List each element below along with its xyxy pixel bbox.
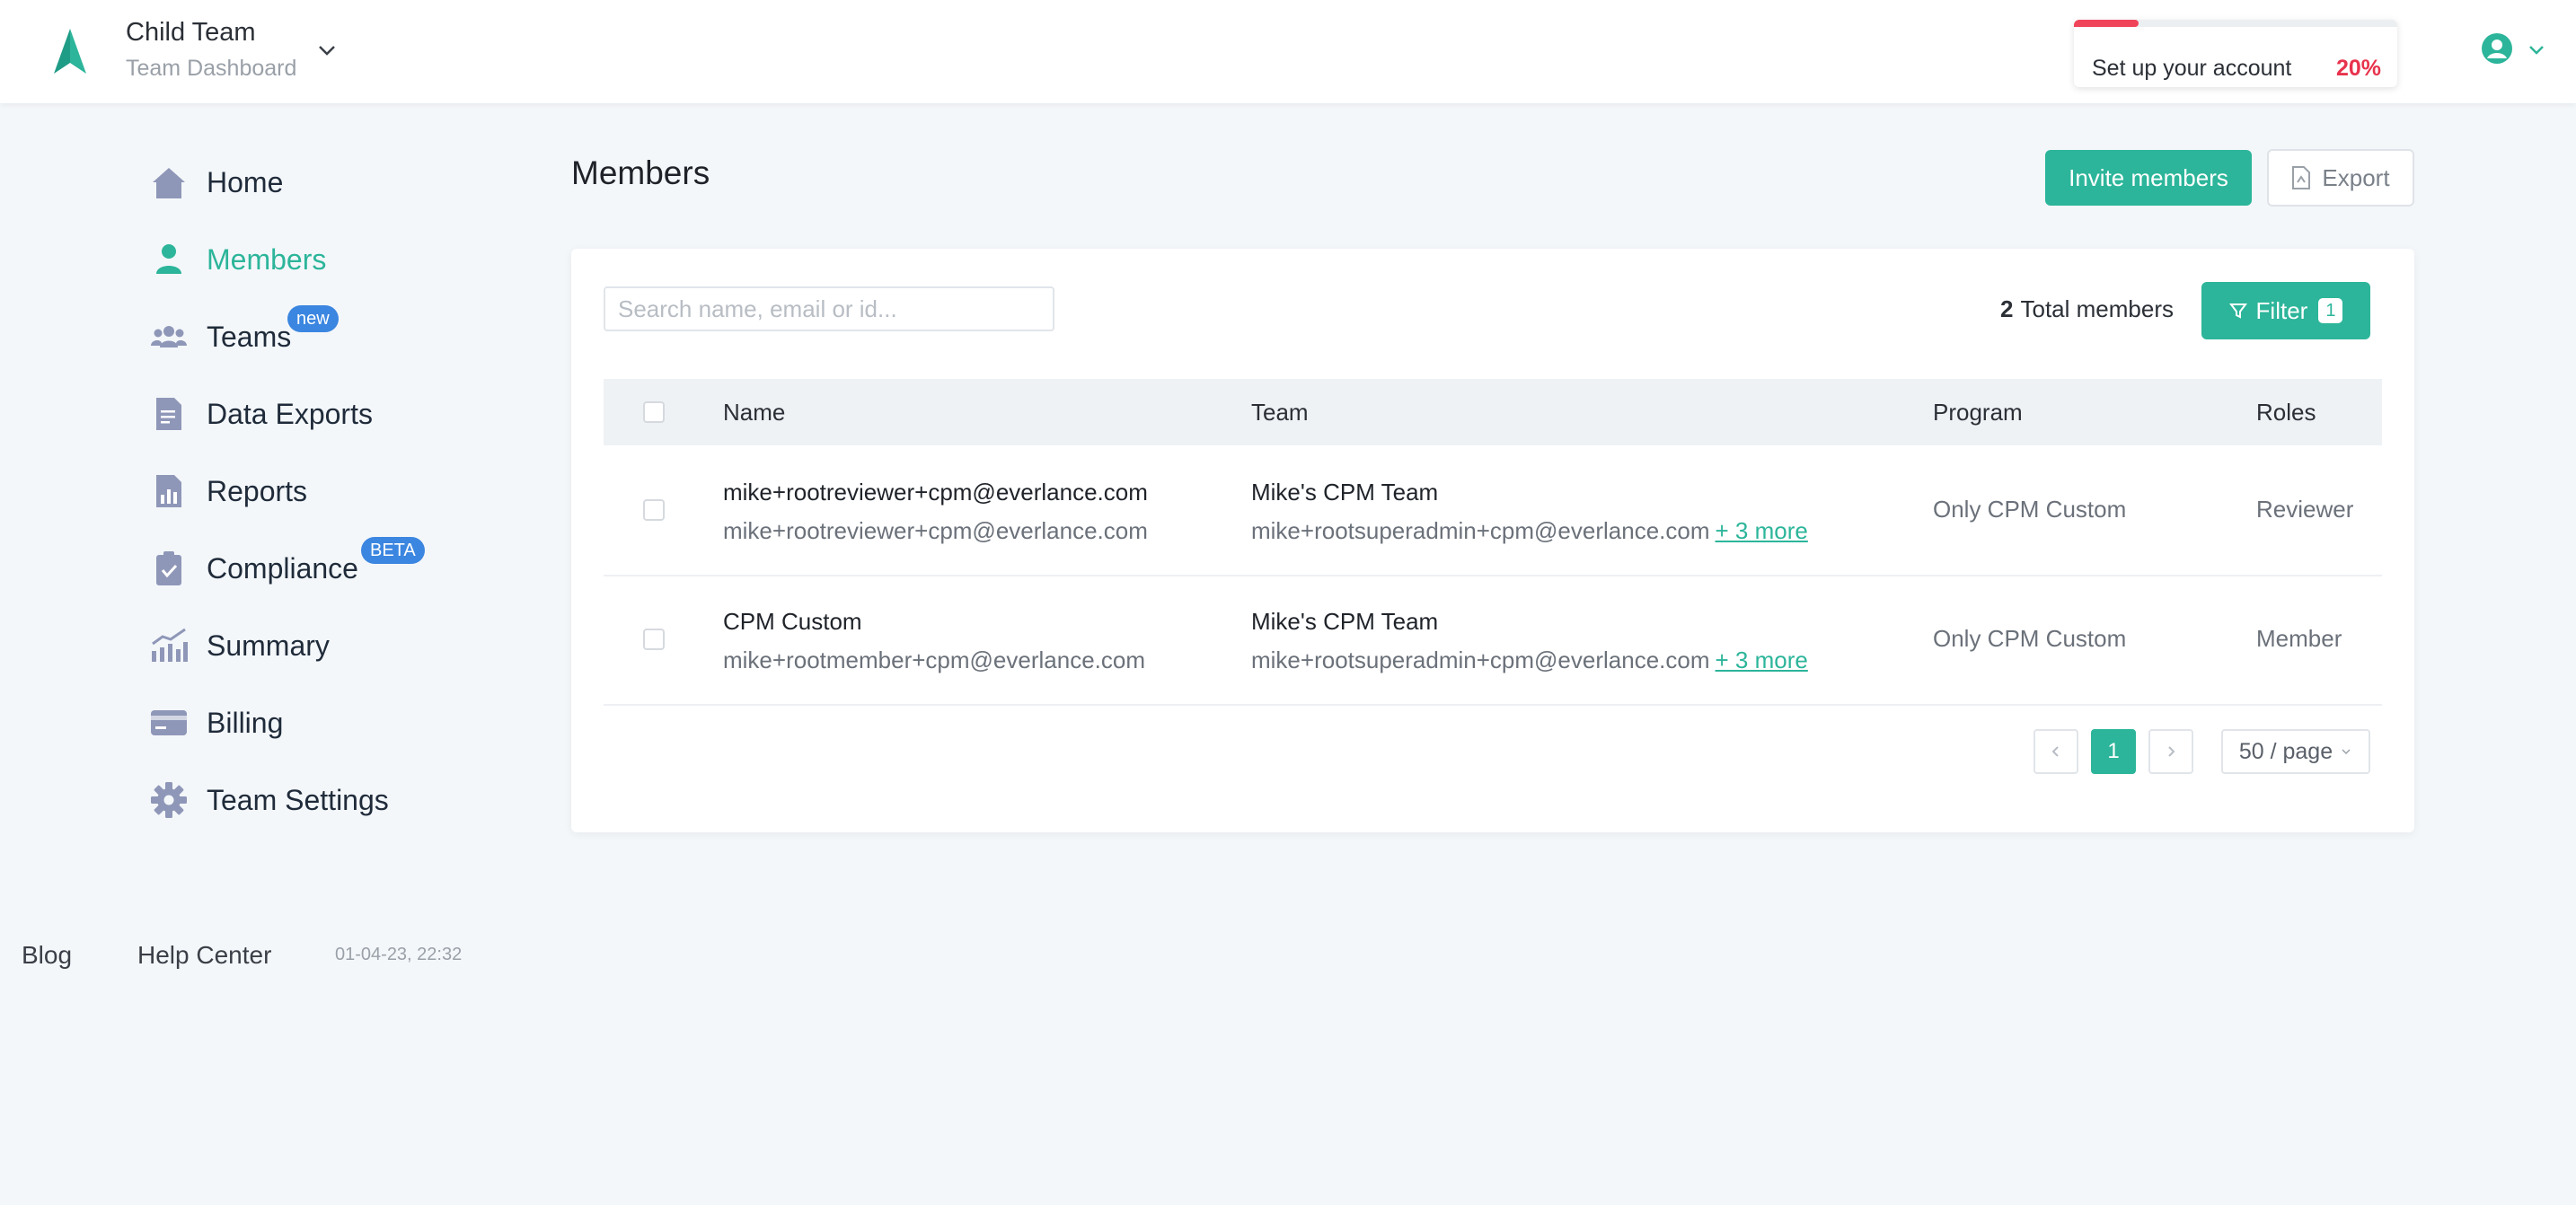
sidebar-item-members[interactable]: Members [149,221,446,298]
prev-page-button[interactable] [2033,729,2078,774]
setup-label: Set up your account [2092,56,2292,81]
table-row[interactable]: mike+rootreviewer+cpm@everlance.com mike… [604,445,2382,576]
setup-progress-fill [2074,20,2139,27]
sidebar-item-compliance[interactable]: Compliance BETA [149,530,446,607]
sidebar-item-label: Team Settings [207,783,389,816]
sidebar-item-label: Billing [207,706,284,739]
total-label: Total members [2020,295,2175,322]
chevron-left-icon [2051,746,2059,757]
chevron-right-icon [2168,746,2175,757]
member-email: mike+rootreviewer+cpm@everlance.com [723,517,1148,544]
member-name[interactable]: CPM Custom [723,608,862,636]
page-size-select[interactable]: 50 / page [2221,729,2370,774]
sidebar-item-label: Teams [207,320,292,353]
table-row[interactable]: CPM Custom mike+rootmember+cpm@everlance… [604,575,2382,706]
more-teams-link[interactable]: + 3 more [1716,517,1808,544]
sidebar-item-team-settings[interactable]: Team Settings [149,761,446,839]
sidebar-item-label: Home [207,165,284,198]
more-teams-link[interactable]: + 3 more [1716,646,1808,673]
sidebar-item-home[interactable]: Home [149,144,446,221]
help-center-link[interactable]: Help Center [137,941,271,970]
beta-badge: BETA [361,537,425,564]
team-email-text: mike+rootsuperadmin+cpm@everlance.com [1251,517,1710,544]
filter-icon [2228,303,2247,319]
sidebar-item-label: Data Exports [207,397,373,430]
column-team[interactable]: Team [1251,399,1309,427]
timestamp: 01-04-23, 22:32 [335,945,463,964]
gear-icon [149,780,189,820]
next-page-button[interactable] [2148,729,2193,774]
page-size-value: 50 / page [2238,738,2333,764]
home-icon [149,163,189,202]
sidebar-item-label: Members [207,242,327,276]
clipboard-check-icon [149,549,189,588]
filter-label: Filter [2255,296,2308,324]
member-program: Only CPM Custom [1933,496,2127,523]
setup-progress-track [2074,20,2397,27]
total-members: 2 Total members [2000,295,2174,323]
total-count: 2 [2000,295,2014,322]
chevron-down-icon [2342,749,2351,755]
credit-card-icon [149,703,189,743]
sidebar-item-billing[interactable]: Billing [149,684,446,761]
member-email: mike+rootmember+cpm@everlance.com [723,646,1146,673]
member-name[interactable]: mike+rootreviewer+cpm@everlance.com [723,479,1148,506]
sidebar-item-label: Compliance [207,551,358,585]
member-team: Mike's CPM Team [1251,479,1439,506]
row-checkbox[interactable] [643,629,665,650]
select-all-checkbox[interactable] [643,401,665,423]
logo-icon [54,29,86,74]
team-subtitle: Team Dashboard [126,56,297,81]
document-icon [149,394,189,434]
sidebar-item-summary[interactable]: Summary [149,607,446,684]
member-role: Member [2256,625,2342,652]
filter-count-badge: 1 [2318,298,2343,323]
sidebar-item-data-exports[interactable]: Data Exports [149,375,446,453]
sidebar-item-label: Reports [207,474,308,507]
team-email-text: mike+rootsuperadmin+cpm@everlance.com [1251,646,1710,673]
filter-button[interactable]: Filter 1 [2201,282,2370,339]
table-header: Name Team Program Roles [604,379,2382,445]
top-bar: Child Team Team Dashboard Set up your ac… [0,0,2576,103]
member-team: Mike's CPM Team [1251,608,1439,635]
members-card: 2Total members Filter 1 Name Team Progra… [571,249,2414,832]
chevron-down-icon[interactable] [316,40,338,61]
setup-percent: 20% [2335,56,2381,81]
sidebar-item-teams[interactable]: Teams new [149,298,446,375]
member-program: Only CPM Custom [1933,625,2127,652]
export-button[interactable]: Export [2267,149,2414,207]
trend-chart-icon [149,626,189,665]
export-file-icon [2292,166,2311,189]
row-checkbox[interactable] [643,499,665,521]
account-setup-progress[interactable]: Set up your account 20% [2074,20,2397,87]
column-name[interactable]: Name [723,399,785,427]
sidebar-item-reports[interactable]: Reports [149,453,446,530]
team-email: mike+rootsuperadmin+cpm@everlance.com + 3… [1251,646,1808,674]
column-roles[interactable]: Roles [2256,399,2316,427]
page-title: Members [571,154,710,191]
export-label: Export [2322,163,2390,191]
sidebar-item-label: Summary [207,629,330,662]
blog-link[interactable]: Blog [22,941,72,970]
chevron-down-icon [2529,46,2544,55]
search-input[interactable] [604,286,1054,331]
page-1-button[interactable]: 1 [2091,729,2136,774]
report-icon [149,471,189,511]
user-avatar-icon [2482,33,2512,64]
member-role: Reviewer [2256,496,2354,523]
column-program[interactable]: Program [1933,399,2023,427]
person-icon [149,240,189,279]
teams-icon [149,317,189,356]
sidebar-nav: Home Members Teams new Data Exports Repo… [149,144,446,839]
new-badge: new [287,305,339,332]
user-menu[interactable] [2481,32,2553,68]
invite-members-button[interactable]: Invite members [2045,150,2252,206]
team-name[interactable]: Child Team [126,18,256,48]
team-email: mike+rootsuperadmin+cpm@everlance.com + 3… [1251,517,1808,545]
